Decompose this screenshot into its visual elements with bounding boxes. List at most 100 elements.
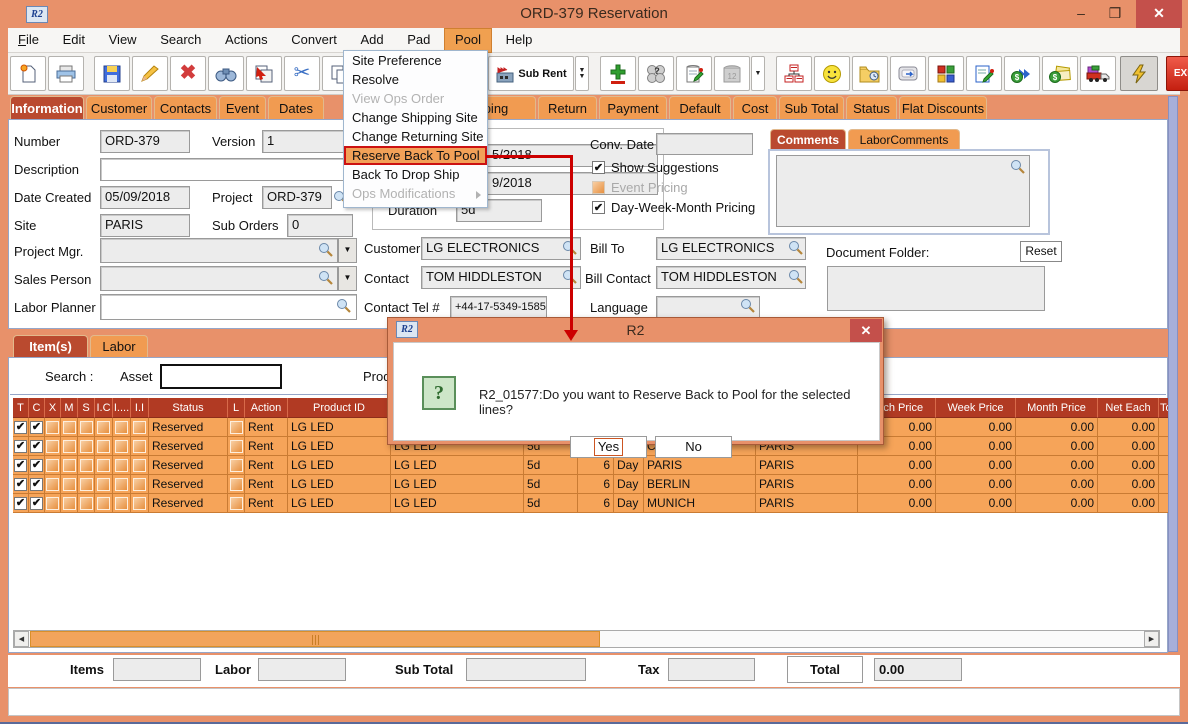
table-cell-ic[interactable] xyxy=(95,437,113,456)
unchecked-checkbox[interactable] xyxy=(97,478,110,491)
tab-labor[interactable]: Labor xyxy=(90,335,148,358)
quick-mode-button[interactable] xyxy=(1120,56,1158,91)
table-cell-idots[interactable] xyxy=(113,456,131,475)
unchecked-checkbox[interactable] xyxy=(133,478,146,491)
tab-customer[interactable]: Customer xyxy=(86,96,152,120)
sales-person-dropdown[interactable]: ▼ xyxy=(338,266,357,291)
pool-menu-reserve-back-to-pool[interactable]: Reserve Back To Pool xyxy=(344,146,487,165)
org-chart-button[interactable] xyxy=(776,56,812,91)
table-cell-action[interactable]: Rent xyxy=(245,494,288,513)
document-folder-textarea[interactable] xyxy=(827,266,1045,311)
table-cell-tot[interactable]: 0.00 xyxy=(1159,418,1168,437)
table-cell-x[interactable] xyxy=(45,456,61,475)
unchecked-checkbox[interactable] xyxy=(133,497,146,510)
table-cell-month_price[interactable]: 0.00 xyxy=(1016,418,1098,437)
crew-button[interactable] xyxy=(814,56,850,91)
table-cell-m[interactable] xyxy=(61,437,78,456)
table-cell-product_id[interactable]: LG LED xyxy=(288,456,391,475)
notes-button[interactable] xyxy=(676,56,712,91)
table-cell-net_each[interactable]: 0.00 xyxy=(1098,475,1159,494)
table-cell-unit[interactable]: Day xyxy=(614,456,644,475)
unchecked-checkbox[interactable] xyxy=(97,497,110,510)
table-cell-m[interactable] xyxy=(61,475,78,494)
table-cell-each_price[interactable]: 0.00 xyxy=(858,494,936,513)
sub-rent-dropdown[interactable]: ▼▼ xyxy=(575,56,589,91)
unchecked-checkbox[interactable] xyxy=(46,440,59,453)
scroll-right-button[interactable]: ▶ xyxy=(1144,631,1159,647)
unchecked-checkbox[interactable] xyxy=(63,421,76,434)
menu-help[interactable]: Help xyxy=(496,28,543,53)
unchecked-checkbox[interactable] xyxy=(97,440,110,453)
table-cell-t[interactable]: ✔ xyxy=(13,475,29,494)
table-cell-status[interactable]: Reserved xyxy=(149,456,228,475)
table-cell-ii[interactable] xyxy=(131,456,149,475)
table-cell-qty[interactable]: 6 xyxy=(578,475,614,494)
table-cell-status[interactable]: Reserved xyxy=(149,494,228,513)
unchecked-checkbox[interactable] xyxy=(97,459,110,472)
labor-planner-input[interactable] xyxy=(100,294,357,320)
table-cell-m[interactable] xyxy=(61,418,78,437)
table-cell-s[interactable] xyxy=(78,418,95,437)
unchecked-checkbox[interactable] xyxy=(63,478,76,491)
table-cell-each_price[interactable]: 0.00 xyxy=(858,475,936,494)
table-cell-status[interactable]: Reserved xyxy=(149,418,228,437)
table-cell-action[interactable]: Rent xyxy=(245,456,288,475)
bill-to-search-icon[interactable] xyxy=(788,240,803,255)
checked-checkbox[interactable]: ✔ xyxy=(30,478,43,491)
print-button[interactable] xyxy=(48,56,84,91)
unchecked-checkbox[interactable] xyxy=(133,440,146,453)
table-cell-warehouse[interactable]: PARIS xyxy=(756,475,858,494)
sales-person-field[interactable] xyxy=(100,266,338,291)
table-row[interactable]: ✔✔ReservedRentLG LEDLG LED5d6DayPARISPAR… xyxy=(13,456,1168,475)
show-suggestions-option[interactable]: ✔ Show Suggestions xyxy=(592,160,719,175)
tab-contacts[interactable]: Contacts xyxy=(154,96,217,120)
column-header-tot[interactable]: Tot xyxy=(1159,398,1168,418)
unchecked-checkbox[interactable] xyxy=(115,478,128,491)
checked-checkbox[interactable]: ✔ xyxy=(14,459,27,472)
table-cell-status[interactable]: Reserved xyxy=(149,475,228,494)
unchecked-checkbox[interactable] xyxy=(115,440,128,453)
table-cell-month_price[interactable]: 0.00 xyxy=(1016,475,1098,494)
table-cell-l[interactable] xyxy=(228,494,245,513)
table-cell-m[interactable] xyxy=(61,494,78,513)
labor-planner-search-icon[interactable] xyxy=(336,298,351,313)
table-cell-week_price[interactable]: 0.00 xyxy=(936,456,1016,475)
unchecked-checkbox[interactable] xyxy=(115,421,128,434)
column-header-t[interactable]: T xyxy=(13,398,29,418)
language-search-icon[interactable] xyxy=(740,298,755,313)
tab-cost[interactable]: Cost xyxy=(733,96,777,120)
table-cell-warehouse[interactable]: PARIS xyxy=(756,494,858,513)
table-cell-tot[interactable]: 0.00 xyxy=(1159,437,1168,456)
unchecked-checkbox[interactable] xyxy=(230,440,243,453)
description-input[interactable] xyxy=(100,158,368,181)
table-cell-net_each[interactable]: 0.00 xyxy=(1098,437,1159,456)
comments-textarea[interactable] xyxy=(776,155,1030,227)
table-cell-site[interactable]: BERLIN xyxy=(644,475,756,494)
menu-edit[interactable]: Edit xyxy=(53,28,95,53)
column-header-product_id[interactable]: Product ID xyxy=(288,398,391,418)
sales-person-search-icon[interactable] xyxy=(318,270,333,285)
tab-labor-comments[interactable]: LaborComments xyxy=(848,129,960,150)
tab-information[interactable]: Information xyxy=(10,96,84,120)
table-cell-l[interactable] xyxy=(228,475,245,494)
table-cell-x[interactable] xyxy=(45,437,61,456)
table-cell-c[interactable]: ✔ xyxy=(29,437,45,456)
unchecked-checkbox[interactable] xyxy=(63,459,76,472)
table-cell-qty[interactable]: 6 xyxy=(578,494,614,513)
menu-view[interactable]: View xyxy=(99,28,147,53)
table-cell-description[interactable]: LG LED xyxy=(391,456,524,475)
column-header-status[interactable]: Status xyxy=(149,398,228,418)
day-week-month-checkbox[interactable]: ✔ xyxy=(592,201,605,214)
unchecked-checkbox[interactable] xyxy=(80,440,93,453)
table-cell-week_price[interactable]: 0.00 xyxy=(936,418,1016,437)
column-header-l[interactable]: L xyxy=(228,398,245,418)
delete-button[interactable]: ✖ xyxy=(170,56,206,91)
table-cell-s[interactable] xyxy=(78,456,95,475)
table-cell-each_price[interactable]: 0.00 xyxy=(858,456,936,475)
table-cell-c[interactable]: ✔ xyxy=(29,475,45,494)
unchecked-checkbox[interactable] xyxy=(80,459,93,472)
add-remove-line-button[interactable] xyxy=(600,56,636,91)
unchecked-checkbox[interactable] xyxy=(133,459,146,472)
column-header-m[interactable]: M xyxy=(61,398,78,418)
table-cell-site[interactable]: PARIS xyxy=(644,456,756,475)
